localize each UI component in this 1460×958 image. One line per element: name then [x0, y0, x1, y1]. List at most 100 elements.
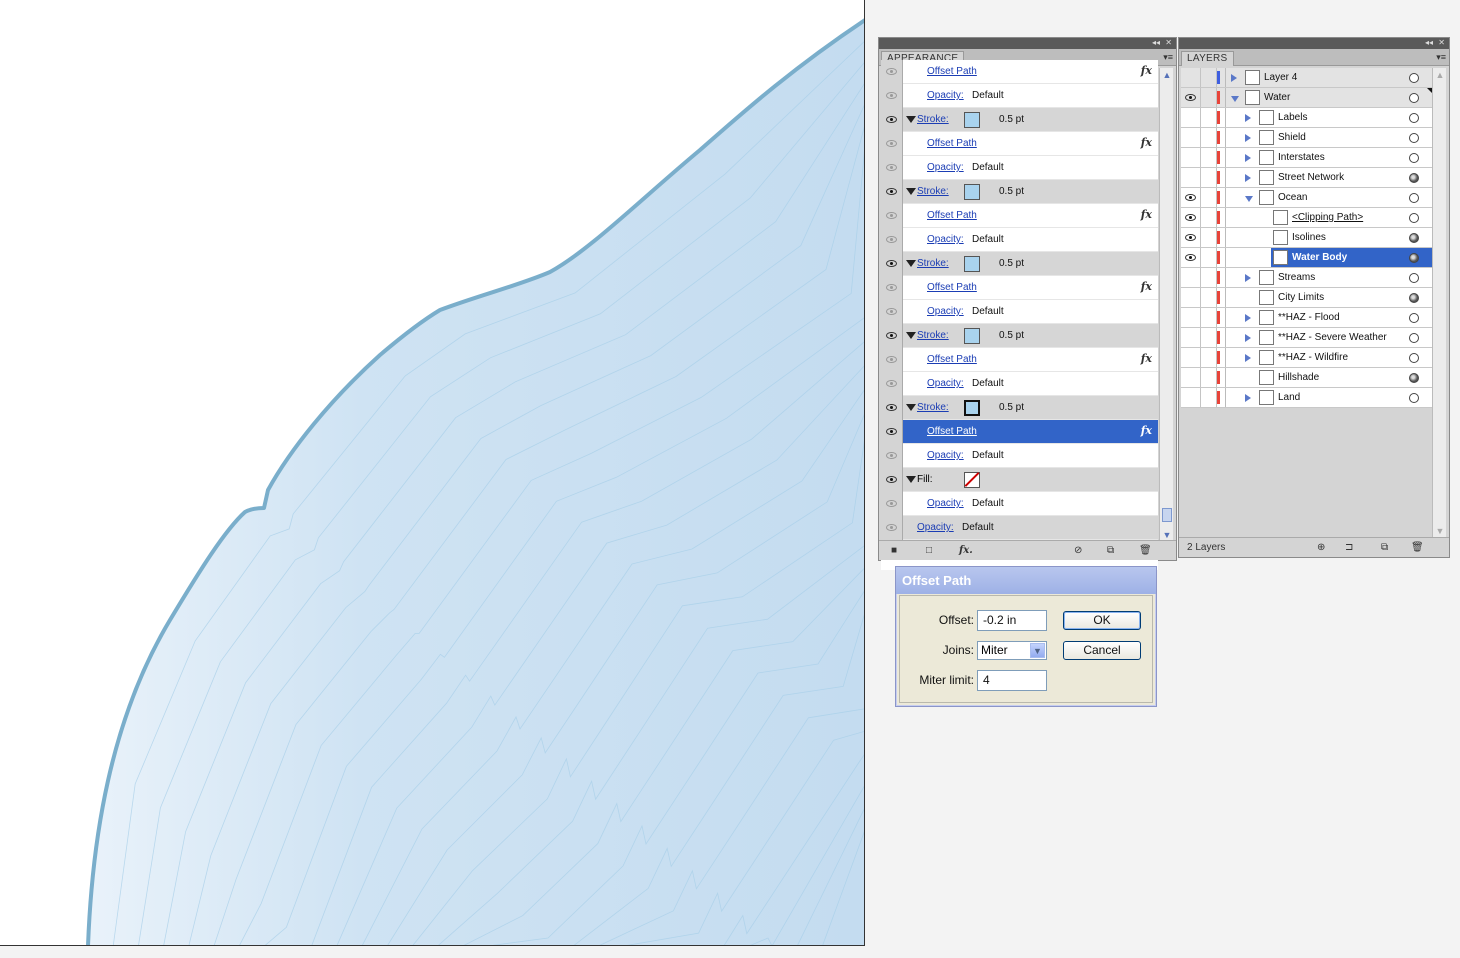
layer-row[interactable]: **HAZ - Flood [1181, 308, 1433, 328]
scroll-up-icon[interactable]: ▲ [1435, 70, 1445, 80]
layer-name[interactable]: Water Body [1292, 252, 1347, 263]
appearance-row-effect[interactable]: Offset Path fx [881, 276, 1158, 300]
miter-limit-input[interactable]: 4 [977, 670, 1047, 691]
layer-row[interactable]: Labels [1181, 108, 1433, 128]
appearance-row-object-opacity[interactable]: Opacity: Default [881, 516, 1158, 540]
visibility-toggle[interactable] [1181, 228, 1201, 247]
layer-row[interactable]: **HAZ - Severe Weather [1181, 328, 1433, 348]
appearance-row-fill[interactable]: Fill: [881, 468, 1158, 492]
visibility-toggle[interactable] [881, 396, 903, 420]
visibility-toggle[interactable] [1181, 68, 1201, 87]
visibility-toggle[interactable] [881, 204, 903, 228]
appearance-row-effect[interactable]: Offset Path fx [881, 132, 1158, 156]
layer-name[interactable]: Hillshade [1278, 372, 1319, 383]
target-circle-icon[interactable] [1409, 233, 1419, 243]
delete-layer-icon[interactable]: 🗑 [1411, 542, 1424, 553]
layer-name[interactable]: **HAZ - Wildfire [1278, 352, 1348, 363]
visibility-toggle[interactable] [881, 372, 903, 396]
visibility-toggle[interactable] [1181, 348, 1201, 367]
visibility-toggle[interactable] [881, 492, 903, 516]
scroll-down-icon[interactable]: ▼ [1435, 526, 1445, 536]
close-icon[interactable]: ✕ [1438, 38, 1445, 48]
opacity-link[interactable]: Opacity: [927, 450, 964, 461]
visibility-toggle[interactable] [881, 468, 903, 492]
stroke-weight-value[interactable]: 0.5 pt [999, 330, 1024, 341]
target-circle-icon[interactable] [1409, 153, 1419, 163]
clear-appearance-icon[interactable]: ⊘ [1074, 545, 1082, 556]
visibility-toggle[interactable] [881, 348, 903, 372]
appearance-scrollbar[interactable]: ▲ ▼ [1159, 68, 1173, 542]
lock-toggle[interactable] [1201, 168, 1217, 187]
layer-row[interactable]: Water Body [1181, 248, 1433, 268]
opacity-link[interactable]: Opacity: [917, 522, 954, 533]
visibility-toggle[interactable] [881, 420, 903, 444]
layer-item-body[interactable]: Streams [1257, 268, 1433, 287]
layer-name[interactable]: Shield [1278, 132, 1306, 143]
stroke-label[interactable]: Stroke: [917, 186, 949, 197]
stroke-label[interactable]: Stroke: [917, 330, 949, 341]
lock-toggle[interactable] [1201, 228, 1217, 247]
scroll-down-icon[interactable]: ▼ [1162, 530, 1172, 540]
stroke-swatch[interactable] [964, 400, 980, 416]
offset-input[interactable]: -0.2 in [977, 610, 1047, 631]
fx-icon[interactable]: fx [1141, 136, 1152, 149]
collapse-icon[interactable]: ◂◂ [1152, 38, 1160, 48]
make-clipping-mask-icon[interactable]: ⊐ [1345, 542, 1353, 553]
scroll-up-icon[interactable]: ▲ [1162, 70, 1172, 80]
visibility-toggle[interactable] [1181, 288, 1201, 307]
layer-name[interactable]: Ocean [1278, 192, 1307, 203]
visibility-toggle[interactable] [881, 252, 903, 276]
stroke-swatch[interactable] [964, 328, 980, 344]
expand-triangle-icon[interactable] [906, 404, 916, 411]
visibility-toggle[interactable] [1181, 208, 1201, 227]
layer-name[interactable]: Street Network [1278, 172, 1344, 183]
lock-toggle[interactable] [1201, 328, 1217, 347]
appearance-row-opacity[interactable]: Opacity: Default [881, 300, 1158, 324]
visibility-toggle[interactable] [1181, 128, 1201, 147]
appearance-row-opacity[interactable]: Opacity: Default [881, 84, 1158, 108]
expand-triangle-icon[interactable] [1231, 74, 1237, 82]
lock-toggle[interactable] [1201, 348, 1217, 367]
opacity-link[interactable]: Opacity: [927, 162, 964, 173]
layer-name[interactable]: Layer 4 [1264, 72, 1297, 83]
stroke-weight-value[interactable]: 0.5 pt [999, 402, 1024, 413]
target-circle-icon[interactable] [1409, 113, 1419, 123]
layer-row[interactable]: Street Network [1181, 168, 1433, 188]
expand-triangle-icon[interactable] [906, 476, 916, 483]
target-circle-icon[interactable] [1409, 213, 1419, 223]
layer-item-body[interactable]: Labels [1257, 108, 1433, 127]
target-circle-icon[interactable] [1409, 73, 1419, 83]
locate-object-icon[interactable]: ⊕ [1317, 542, 1325, 553]
layer-item-body[interactable]: Water [1243, 88, 1433, 107]
target-circle-icon[interactable] [1409, 313, 1419, 323]
visibility-toggle[interactable] [881, 156, 903, 180]
appearance-row-opacity[interactable]: Opacity: Default [881, 444, 1158, 468]
new-sublayer-icon[interactable]: ⧉ [1381, 542, 1388, 553]
fill-swatch[interactable] [964, 472, 980, 488]
stroke-swatch[interactable] [964, 184, 980, 200]
visibility-toggle[interactable] [1181, 148, 1201, 167]
water-body-artwork[interactable] [0, 0, 865, 946]
lock-toggle[interactable] [1201, 208, 1217, 227]
expand-triangle-icon[interactable] [1245, 314, 1251, 322]
appearance-row-effect[interactable]: Offset Path fx [881, 60, 1158, 84]
visibility-toggle[interactable] [881, 444, 903, 468]
visibility-toggle[interactable] [881, 180, 903, 204]
layer-item-body[interactable]: **HAZ - Severe Weather [1257, 328, 1433, 347]
stroke-label[interactable]: Stroke: [917, 402, 949, 413]
target-circle-icon[interactable] [1409, 173, 1419, 183]
visibility-toggle[interactable] [881, 228, 903, 252]
visibility-toggle[interactable] [1181, 168, 1201, 187]
target-circle-icon[interactable] [1409, 333, 1419, 343]
layers-scrollbar[interactable]: ▲ ▼ [1432, 68, 1446, 538]
appearance-row-opacity[interactable]: Opacity: Default [881, 492, 1158, 516]
tab-layers[interactable]: LAYERS [1181, 51, 1234, 66]
appearance-row-opacity[interactable]: Opacity: Default [881, 156, 1158, 180]
appearance-row-opacity[interactable]: Opacity: Default [881, 228, 1158, 252]
layer-row[interactable]: Shield [1181, 128, 1433, 148]
offset-path-effect-link[interactable]: Offset Path [927, 66, 977, 77]
lock-toggle[interactable] [1201, 268, 1217, 287]
expand-triangle-icon[interactable] [1245, 114, 1251, 122]
lock-toggle[interactable] [1201, 68, 1217, 87]
opacity-link[interactable]: Opacity: [927, 306, 964, 317]
